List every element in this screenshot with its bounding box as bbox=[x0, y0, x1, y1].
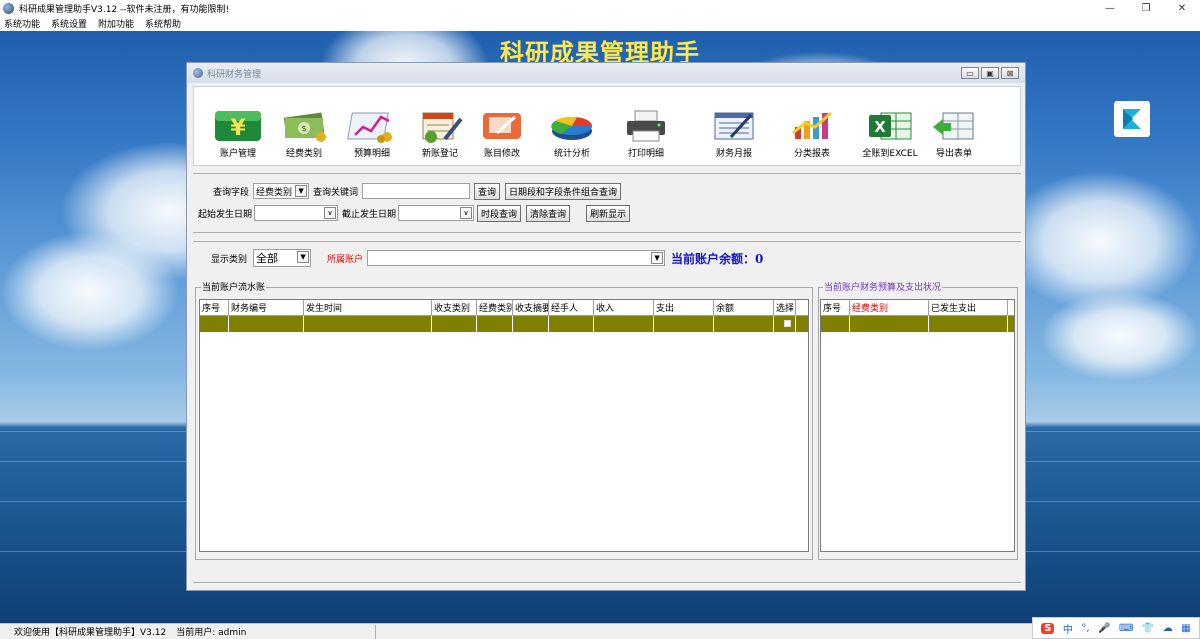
status-user: 当前用户: admin bbox=[176, 628, 247, 638]
tool-print-detail[interactable]: 打印明细 bbox=[614, 109, 678, 159]
menu-grid-icon[interactable]: ▦ bbox=[1181, 623, 1190, 634]
ledger-title: 当前账户流水账 bbox=[201, 280, 267, 293]
pie-chart-icon bbox=[551, 116, 592, 140]
table-row[interactable] bbox=[200, 316, 808, 332]
bar-chart-icon bbox=[792, 111, 832, 139]
select-checkbox[interactable] bbox=[784, 320, 791, 327]
svg-text:¥: ¥ bbox=[230, 116, 246, 141]
window-controls: — ❐ ✕ bbox=[1092, 0, 1200, 16]
ime-toolbar[interactable]: S 中 °, 🎤 ⌨ 👕 ☁ ▦ bbox=[1032, 617, 1200, 639]
tool-monthly-report[interactable]: 财务月报 bbox=[702, 109, 766, 159]
account-balance: 当前账户余额：0 bbox=[671, 251, 764, 266]
period-query-button[interactable]: 时段查询 bbox=[477, 204, 522, 222]
budget-header: 序号 经费类别 已发生支出 bbox=[821, 300, 1014, 316]
chevron-down-icon: ∨ bbox=[460, 207, 473, 219]
query-field-select[interactable]: 经费类别 ▼ bbox=[253, 183, 310, 199]
yen-sign-icon: ¥ bbox=[215, 111, 261, 141]
tool-account-management[interactable]: ¥ 账户管理 bbox=[206, 109, 270, 159]
budget-title: 当前账户财务预算及支出状况 bbox=[823, 280, 943, 293]
menu-addons[interactable]: 附加功能 bbox=[98, 17, 134, 30]
microphone-icon[interactable]: 🎤 bbox=[1098, 623, 1110, 634]
finance-window-title: 科研财务管理 bbox=[207, 69, 262, 80]
start-date-label: 起始发生日期 bbox=[198, 209, 253, 220]
tool-export-form[interactable]: 导出表单 bbox=[922, 109, 986, 159]
table-row[interactable] bbox=[821, 316, 1014, 332]
tool-category-report[interactable]: 分类报表 bbox=[780, 109, 844, 159]
export-sheet-icon bbox=[933, 112, 974, 140]
ledger-table[interactable]: 序号 财务编号 发生时间 收支类别 经费类别 收支摘要 经手人 收入 支出 余额… bbox=[199, 299, 809, 552]
window-titlebar: 科研成果管理助手V3.12 --软件未注册，有功能限制! — ❐ ✕ bbox=[0, 0, 1200, 16]
chevron-down-icon: ▼ bbox=[651, 252, 664, 264]
tool-new-entry[interactable]: 新账登记 bbox=[408, 109, 472, 159]
ime-punctuation-icon[interactable]: °, bbox=[1081, 623, 1089, 634]
display-panel: 显示类别 全部 ▼ 所属账户 ▼ 当前账户余额：0 当前账户流水账 序号 财务编… bbox=[193, 241, 1021, 576]
finance-window: 科研财务管理 ▭ ▣ ⊠ ¥ 账户管理 $ 经费类别 预算明细 新账登记 账目修… bbox=[186, 62, 1026, 591]
status-welcome: 欢迎使用【科研成果管理助手】V3.12 bbox=[14, 628, 167, 638]
end-date-label: 截止发生日期 bbox=[342, 209, 397, 220]
account-select[interactable]: ▼ bbox=[367, 250, 666, 266]
chevron-down-icon: ∨ bbox=[324, 207, 337, 219]
menu-system-settings[interactable]: 系统设置 bbox=[51, 17, 87, 30]
tool-edit-ledger[interactable]: 账目修改 bbox=[470, 109, 534, 159]
budget-table[interactable]: 序号 经费类别 已发生支出 bbox=[820, 299, 1015, 552]
chevron-down-icon: ▼ bbox=[295, 185, 308, 197]
menu-help[interactable]: 系统帮助 bbox=[145, 17, 181, 30]
maximize-button[interactable]: ❐ bbox=[1128, 0, 1164, 16]
excel-icon: X bbox=[869, 112, 912, 140]
toolbar: ¥ 账户管理 $ 经费类别 预算明细 新账登记 账目修改 统计分析 打印明细 财… bbox=[193, 86, 1021, 166]
category-select[interactable]: 全部 ▼ bbox=[253, 249, 312, 267]
tool-fund-category[interactable]: $ 经费类别 bbox=[272, 109, 336, 159]
refresh-button[interactable]: 刷新显示 bbox=[586, 204, 631, 222]
calendar-pen-icon bbox=[422, 112, 463, 143]
tool-statistics[interactable]: 统计分析 bbox=[540, 109, 604, 159]
category-label: 显示类别 bbox=[211, 254, 248, 265]
money-stack-icon: $ bbox=[283, 112, 326, 142]
window-title: 科研成果管理助手V3.12 --软件未注册，有功能限制! bbox=[19, 4, 230, 15]
printer-icon bbox=[627, 110, 665, 142]
notepad-report-icon bbox=[714, 112, 754, 140]
combo-query-button[interactable]: 日期段和字段条件组合查询 bbox=[505, 182, 622, 200]
cloud-icon[interactable]: ☁ bbox=[1163, 623, 1173, 634]
tool-export-excel[interactable]: X 全账到EXCEL bbox=[858, 109, 922, 159]
query-panel: 查询字段 经费类别 ▼ 查询关键词 查询 日期段和字段条件组合查询 起始发生日期… bbox=[193, 173, 1021, 233]
shortcut-logo-icon[interactable] bbox=[1114, 101, 1150, 137]
inner-maximize-button[interactable]: ▣ bbox=[981, 67, 999, 79]
svg-text:$: $ bbox=[301, 124, 306, 133]
skin-icon[interactable]: 👕 bbox=[1142, 623, 1154, 634]
chevron-down-icon: ▼ bbox=[297, 251, 310, 263]
tool-budget-detail[interactable]: 预算明细 bbox=[340, 109, 404, 159]
inner-minimize-button[interactable]: ▭ bbox=[961, 67, 979, 79]
finance-window-icon bbox=[193, 68, 203, 78]
keyboard-icon[interactable]: ⌨ bbox=[1119, 623, 1133, 634]
minimize-button[interactable]: — bbox=[1092, 0, 1128, 16]
svg-text:X: X bbox=[874, 118, 886, 136]
app-icon bbox=[3, 2, 14, 14]
growth-chart-icon bbox=[347, 112, 392, 143]
end-date-picker[interactable]: ∨ bbox=[398, 205, 475, 221]
query-keyword-input[interactable] bbox=[362, 183, 471, 199]
query-keyword-label: 查询关键词 bbox=[313, 187, 359, 198]
sogou-logo-icon[interactable]: S bbox=[1041, 622, 1055, 634]
account-label: 所属账户 bbox=[327, 254, 364, 265]
menu-bar: 系统功能 系统设置 附加功能 系统帮助 bbox=[0, 16, 1200, 31]
inner-close-button[interactable]: ⊠ bbox=[1001, 67, 1019, 79]
close-button[interactable]: ✕ bbox=[1164, 0, 1200, 16]
clear-query-button[interactable]: 清除查询 bbox=[526, 204, 571, 222]
search-button[interactable]: 查询 bbox=[474, 182, 501, 200]
query-field-label: 查询字段 bbox=[213, 187, 250, 198]
ledger-header: 序号 财务编号 发生时间 收支类别 经费类别 收支摘要 经手人 收入 支出 余额… bbox=[200, 300, 808, 316]
ime-chinese-mode[interactable]: 中 bbox=[1063, 621, 1073, 636]
finance-window-titlebar: 科研财务管理 ▭ ▣ ⊠ bbox=[187, 63, 1025, 83]
edit-ledger-icon bbox=[483, 113, 521, 139]
status-bar: 欢迎使用【科研成果管理助手】V3.12 当前用户: admin bbox=[0, 623, 1200, 639]
start-date-picker[interactable]: ∨ bbox=[254, 205, 339, 221]
menu-system-functions[interactable]: 系统功能 bbox=[4, 17, 40, 30]
